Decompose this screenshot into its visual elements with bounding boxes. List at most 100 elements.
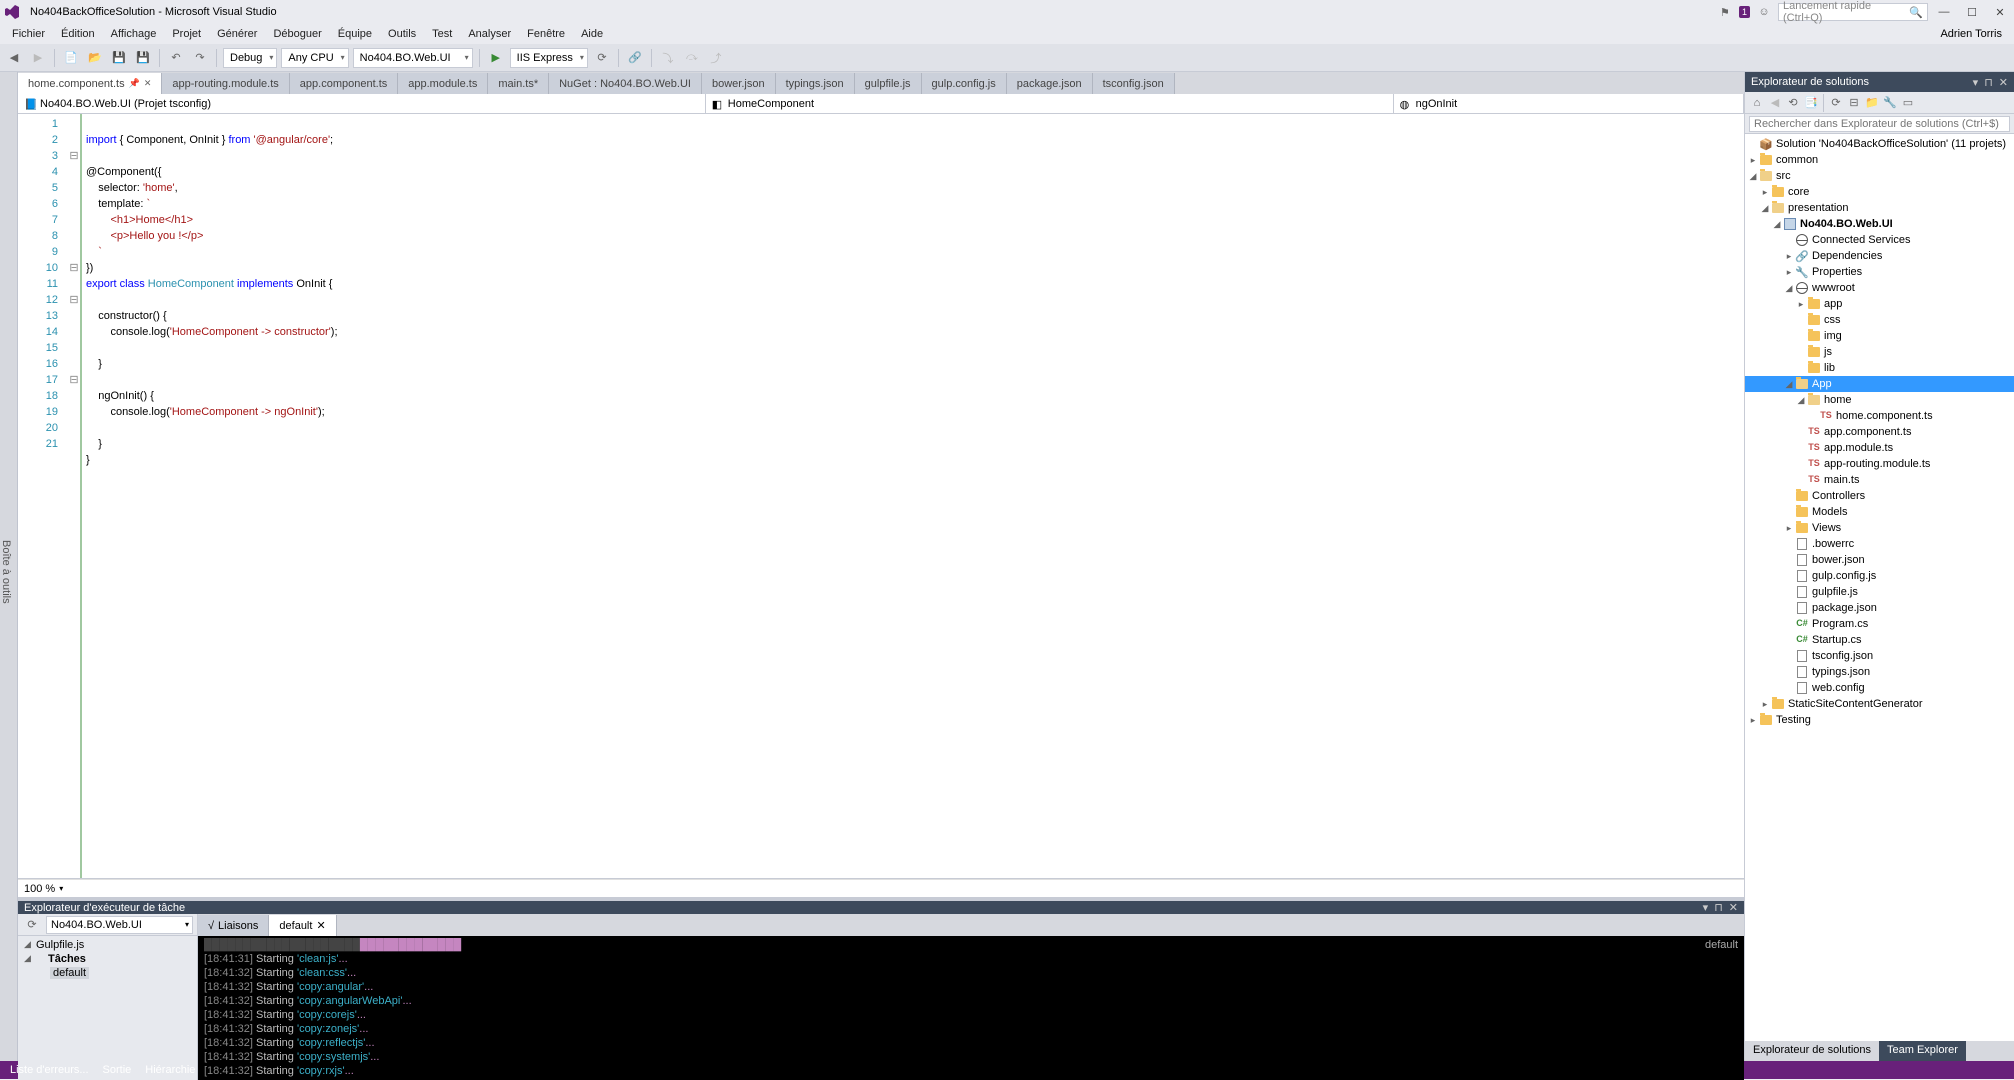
tree-Program-cs[interactable]: C#Program.cs [1745,616,2014,632]
tree-app-component-ts[interactable]: TSapp.component.ts [1745,424,2014,440]
close-icon[interactable]: ✕ [316,919,325,932]
close-button[interactable]: ✕ [1988,3,2012,21]
refresh-tasks-button[interactable]: ⟳ [22,915,42,935]
startup-project-select[interactable]: No404.BO.Web.UI [353,48,473,68]
quick-launch-input[interactable]: Lancement rapide (Ctrl+Q) 🔍 [1778,3,1928,21]
sync-button[interactable]: ⟲ [1785,95,1801,111]
task-tab-Liaisons[interactable]: √ Liaisons [198,915,269,936]
start-button[interactable]: ▶ [486,48,506,68]
tree-app[interactable]: ▸app [1745,296,2014,312]
tree-app-routing-module-ts[interactable]: TSapp-routing.module.ts [1745,456,2014,472]
tree-presentation[interactable]: ◢presentation [1745,200,2014,216]
task-console[interactable]: █████████████████████████████████default… [198,936,1744,1080]
pending-button[interactable]: 📑 [1803,95,1819,111]
tree-web-config[interactable]: web.config [1745,680,2014,696]
code-editor[interactable]: 123456789101112131415161718192021 ⊟⊟⊟⊟ i… [18,114,1744,879]
task-project-select[interactable]: No404.BO.Web.UI [46,916,193,934]
tree-Models[interactable]: Models [1745,504,2014,520]
tree-common[interactable]: ▸common [1745,152,2014,168]
task-tasks-node[interactable]: ◢Tâches [22,952,193,966]
back-button[interactable]: ◀ [1767,95,1783,111]
tree-No404-BO-Web-UI[interactable]: ◢No404.BO.Web.UI [1745,216,2014,232]
menu-analyser[interactable]: Analyser [460,25,519,43]
tab-home-component-ts[interactable]: home.component.ts📌✕ [18,73,162,94]
tree-img[interactable]: img [1745,328,2014,344]
tree-Views[interactable]: ▸Views [1745,520,2014,536]
step-into-button[interactable]: ⤵ [658,48,678,68]
tree-bower-json[interactable]: bower.json [1745,552,2014,568]
fold-gutter[interactable]: ⊟⊟⊟⊟ [68,114,82,878]
tree-Controllers[interactable]: Controllers [1745,488,2014,504]
properties-button[interactable]: 🔧 [1882,95,1898,111]
open-button[interactable]: 📂 [85,48,105,68]
run-target-select[interactable]: IIS Express [510,48,588,68]
solution-tree[interactable]: 📦Solution 'No404BackOfficeSolution' (11 … [1745,134,2014,1041]
tree-app-module-ts[interactable]: TSapp.module.ts [1745,440,2014,456]
task-gulpfile-node[interactable]: ◢Gulpfile.js [22,938,193,952]
bottom-tab-Explorateur-de-solutions[interactable]: Explorateur de solutions [1745,1041,1879,1061]
tab-gulp-config-js[interactable]: gulp.config.js [922,73,1007,94]
tab-typings-json[interactable]: typings.json [776,73,855,94]
maximize-button[interactable]: ☐ [1960,3,1984,21]
tab-app-module-ts[interactable]: app.module.ts [398,73,488,94]
tree-App[interactable]: ◢App [1745,376,2014,392]
tree-Startup-cs[interactable]: C#Startup.cs [1745,632,2014,648]
nav-fwd-button[interactable]: ▶ [28,48,48,68]
panel-dropdown-icon[interactable]: ▾ [1703,901,1709,914]
step-out-button[interactable]: ⤴ [706,48,726,68]
tree-tsconfig-json[interactable]: tsconfig.json [1745,648,2014,664]
tab-NuGet---No404-BO-Web-UI[interactable]: NuGet : No404.BO.Web.UI [549,73,702,94]
menu-déboguer[interactable]: Déboguer [265,25,329,43]
panel-pin-icon[interactable]: ⊓ [1984,76,1993,89]
tree-src[interactable]: ◢src [1745,168,2014,184]
panel-dropdown-icon[interactable]: ▾ [1973,76,1979,89]
preview-button[interactable]: ▭ [1900,95,1916,111]
tab-package-json[interactable]: package.json [1007,73,1093,94]
close-icon[interactable]: ✕ [144,78,152,89]
toolbox-panel-tab[interactable]: Boîte à outils [0,72,18,1061]
tree-main-ts[interactable]: TSmain.ts [1745,472,2014,488]
refresh-browser-button[interactable]: ⟳ [592,48,612,68]
tree-home-component-ts[interactable]: TShome.component.ts [1745,408,2014,424]
tree--bowerrc[interactable]: .bowerrc [1745,536,2014,552]
tree-home[interactable]: ◢home [1745,392,2014,408]
status-Liste-d-erreurs---[interactable]: Liste d'erreurs... [10,1064,89,1076]
tab-tsconfig-json[interactable]: tsconfig.json [1093,73,1175,94]
nav-type[interactable]: ◧HomeComponent [706,94,1394,113]
tree-typings-json[interactable]: typings.json [1745,664,2014,680]
browser-link-button[interactable]: 🔗 [625,48,645,68]
tree-css[interactable]: css [1745,312,2014,328]
tree-gulpfile-js[interactable]: gulpfile.js [1745,584,2014,600]
menu-affichage[interactable]: Affichage [103,25,165,43]
menu-fenêtre[interactable]: Fenêtre [519,25,573,43]
menu-fichier[interactable]: Fichier [4,25,53,43]
panel-close-icon[interactable]: ✕ [1999,76,2008,89]
undo-button[interactable]: ↶ [166,48,186,68]
panel-close-icon[interactable]: ✕ [1729,901,1738,914]
minimize-button[interactable]: — [1932,3,1956,21]
tree-gulp-config-js[interactable]: gulp.config.js [1745,568,2014,584]
platform-select[interactable]: Any CPU [281,48,348,68]
tree-js[interactable]: js [1745,344,2014,360]
new-project-button[interactable]: 📄 [61,48,81,68]
nav-back-button[interactable]: ◀ [4,48,24,68]
menu-édition[interactable]: Édition [53,25,103,43]
tab-bower-json[interactable]: bower.json [702,73,776,94]
menu-aide[interactable]: Aide [573,25,611,43]
flag-icon[interactable]: ⚑ [1715,2,1735,22]
tab-app-component-ts[interactable]: app.component.ts [290,73,398,94]
solution-search-input[interactable] [1749,116,2010,132]
menu-outils[interactable]: Outils [380,25,424,43]
tree-Properties[interactable]: ▸🔧Properties [1745,264,2014,280]
redo-button[interactable]: ↷ [190,48,210,68]
show-all-button[interactable]: 📁 [1864,95,1880,111]
step-over-button[interactable]: ⤼ [682,48,702,68]
tree-Dependencies[interactable]: ▸🔗Dependencies [1745,248,2014,264]
panel-pin-icon[interactable]: ⊓ [1714,901,1723,914]
tab-main-ts-[interactable]: main.ts* [488,73,549,94]
save-button[interactable]: 💾 [109,48,129,68]
zoom-control[interactable]: 100 %▾ [18,879,1744,897]
tab-app-routing-module-ts[interactable]: app-routing.module.ts [162,73,289,94]
save-all-button[interactable]: 💾 [133,48,153,68]
refresh-button[interactable]: ⟳ [1828,95,1844,111]
